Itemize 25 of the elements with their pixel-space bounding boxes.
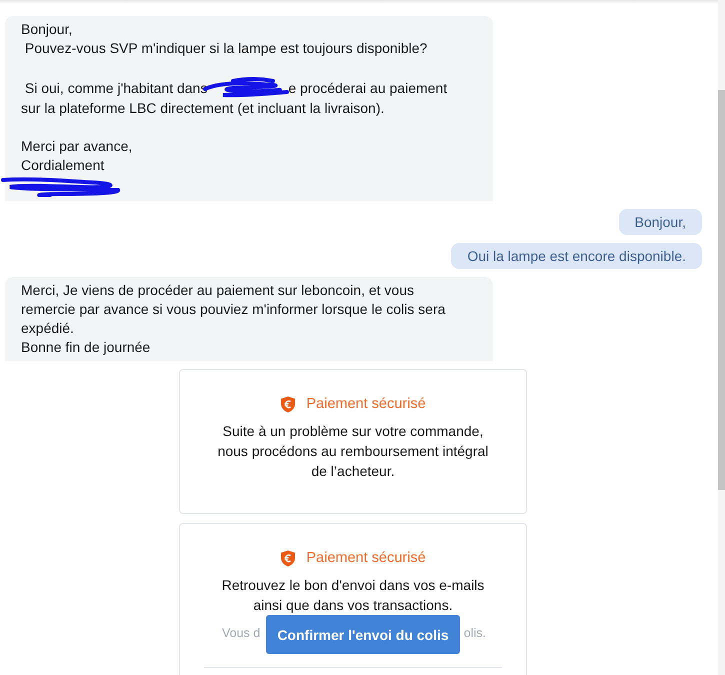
message-text: Merci par avance, xyxy=(21,137,132,156)
message-text: Merci, Je viens de procéder au paiement sur leboncoin, et vous xyxy=(21,281,414,300)
message-text: Bonjour, xyxy=(634,214,686,230)
card-title: Paiement sécurisé xyxy=(306,549,426,568)
message-text: Cordialement xyxy=(21,156,104,175)
message-text: sur la plateforme LBC directement (et incluant la livraison). xyxy=(21,99,384,118)
message-text: Bonne fin de journée xyxy=(21,338,150,357)
card-text: Retrouvez le bon d'envoi dans vos e-mails xyxy=(222,576,484,595)
card-title: Paiement sécurisé xyxy=(306,395,426,414)
card-text: ainsi que dans vos transactions. xyxy=(253,596,453,615)
hint-text: olis. xyxy=(464,625,486,642)
message-text: Bonjour, xyxy=(21,20,72,39)
message-text: e procéderai au paiement xyxy=(288,78,448,98)
confirm-button[interactable]: Confirmer l'envoi du colis xyxy=(266,615,460,654)
message-text: expédié. xyxy=(21,319,74,338)
shield-euro-icon xyxy=(280,550,296,566)
hint-text: Vous d xyxy=(222,625,260,642)
message-text: Pouvez-vous SVP m'indiquer si la lampe est toujours disponible? xyxy=(24,39,428,58)
card-text: de l’acheteur. xyxy=(311,462,395,481)
scrollbar-thumb[interactable] xyxy=(718,90,725,490)
card-text: nous procédons au remboursement intégral xyxy=(218,442,488,461)
message-text: Oui la lampe est encore disponible. xyxy=(467,248,686,264)
message-text: remercie par avance si vous pouviez m'informer lorsque le colis sera xyxy=(21,300,446,319)
shield-euro-icon xyxy=(280,396,296,412)
card-text: Suite à un problème sur votre commande, xyxy=(222,422,484,441)
